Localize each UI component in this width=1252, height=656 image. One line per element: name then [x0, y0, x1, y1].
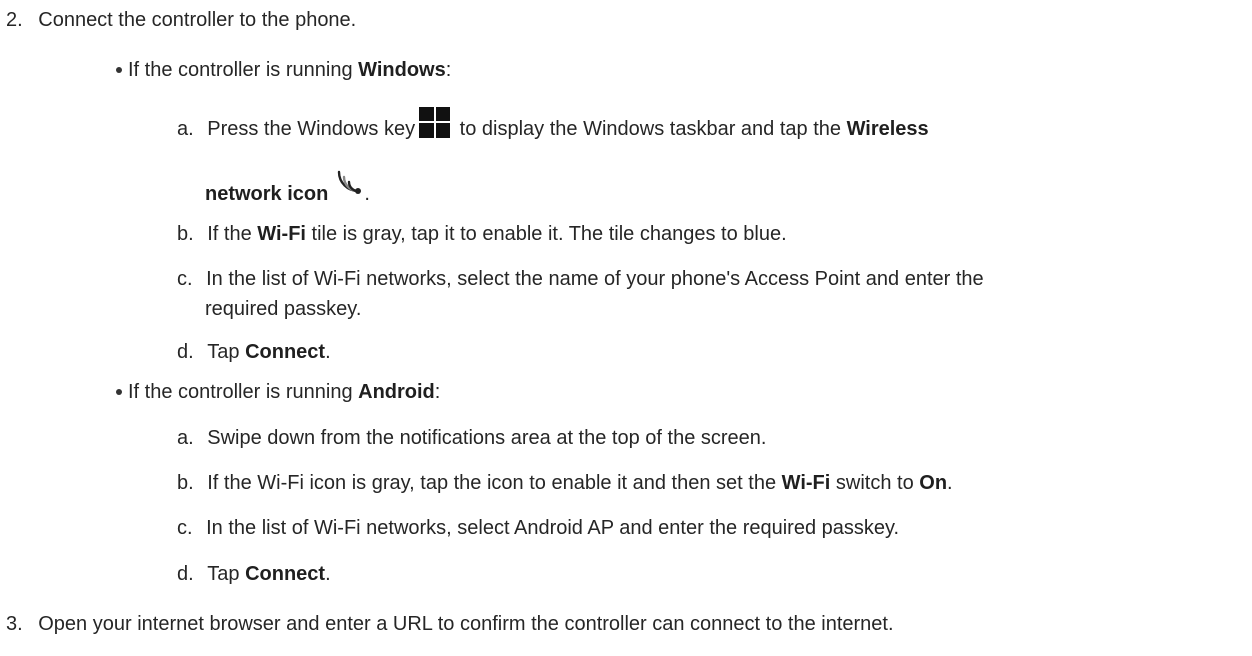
step-letter: d.	[177, 341, 194, 363]
step-letter: a.	[177, 118, 194, 140]
wireless-network-icon	[338, 170, 362, 194]
step-number: 3.	[6, 613, 23, 635]
android-step-d: d. Tap Connect.	[177, 563, 331, 585]
step-3: 3. Open your internet browser and enter …	[6, 612, 894, 636]
android-step-a: a. Swipe down from the notifications are…	[177, 427, 767, 449]
step-letter: d.	[177, 563, 194, 585]
os-name-windows: Windows	[358, 59, 446, 81]
windows-step-b: b. If the Wi-Fi tile is gray, tap it to …	[177, 223, 787, 245]
bullet-windows: If the controller is running Windows:	[128, 59, 452, 81]
step-letter: b.	[177, 223, 194, 245]
step-text: Connect the controller to the phone.	[38, 9, 357, 31]
android-step-b: b. If the Wi-Fi icon is gray, tap the ic…	[177, 472, 953, 494]
step-2: 2. Connect the controller to the phone.	[6, 8, 356, 32]
windows-step-c: c. In the list of Wi-Fi networks, select…	[177, 268, 984, 290]
windows-step-a: a. Press the Windows key to display the …	[177, 107, 929, 147]
windows-step-a-cont: network icon .	[205, 166, 370, 206]
bullet-dot	[116, 67, 122, 73]
step-text: Open your internet browser and enter a U…	[38, 613, 894, 635]
bullet-android: If the controller is running Android:	[128, 381, 441, 403]
step-letter: b.	[177, 472, 194, 494]
bullet-dot	[116, 389, 122, 395]
step-letter: c.	[177, 268, 193, 290]
windows-step-c-cont: required passkey.	[205, 298, 362, 320]
os-name-android: Android	[358, 381, 435, 403]
step-letter: c.	[177, 517, 193, 539]
windows-logo-icon	[419, 107, 451, 138]
step-number: 2.	[6, 9, 23, 31]
step-letter: a.	[177, 427, 194, 449]
windows-step-d: d. Tap Connect.	[177, 341, 331, 363]
android-step-c: c. In the list of Wi-Fi networks, select…	[177, 517, 900, 539]
